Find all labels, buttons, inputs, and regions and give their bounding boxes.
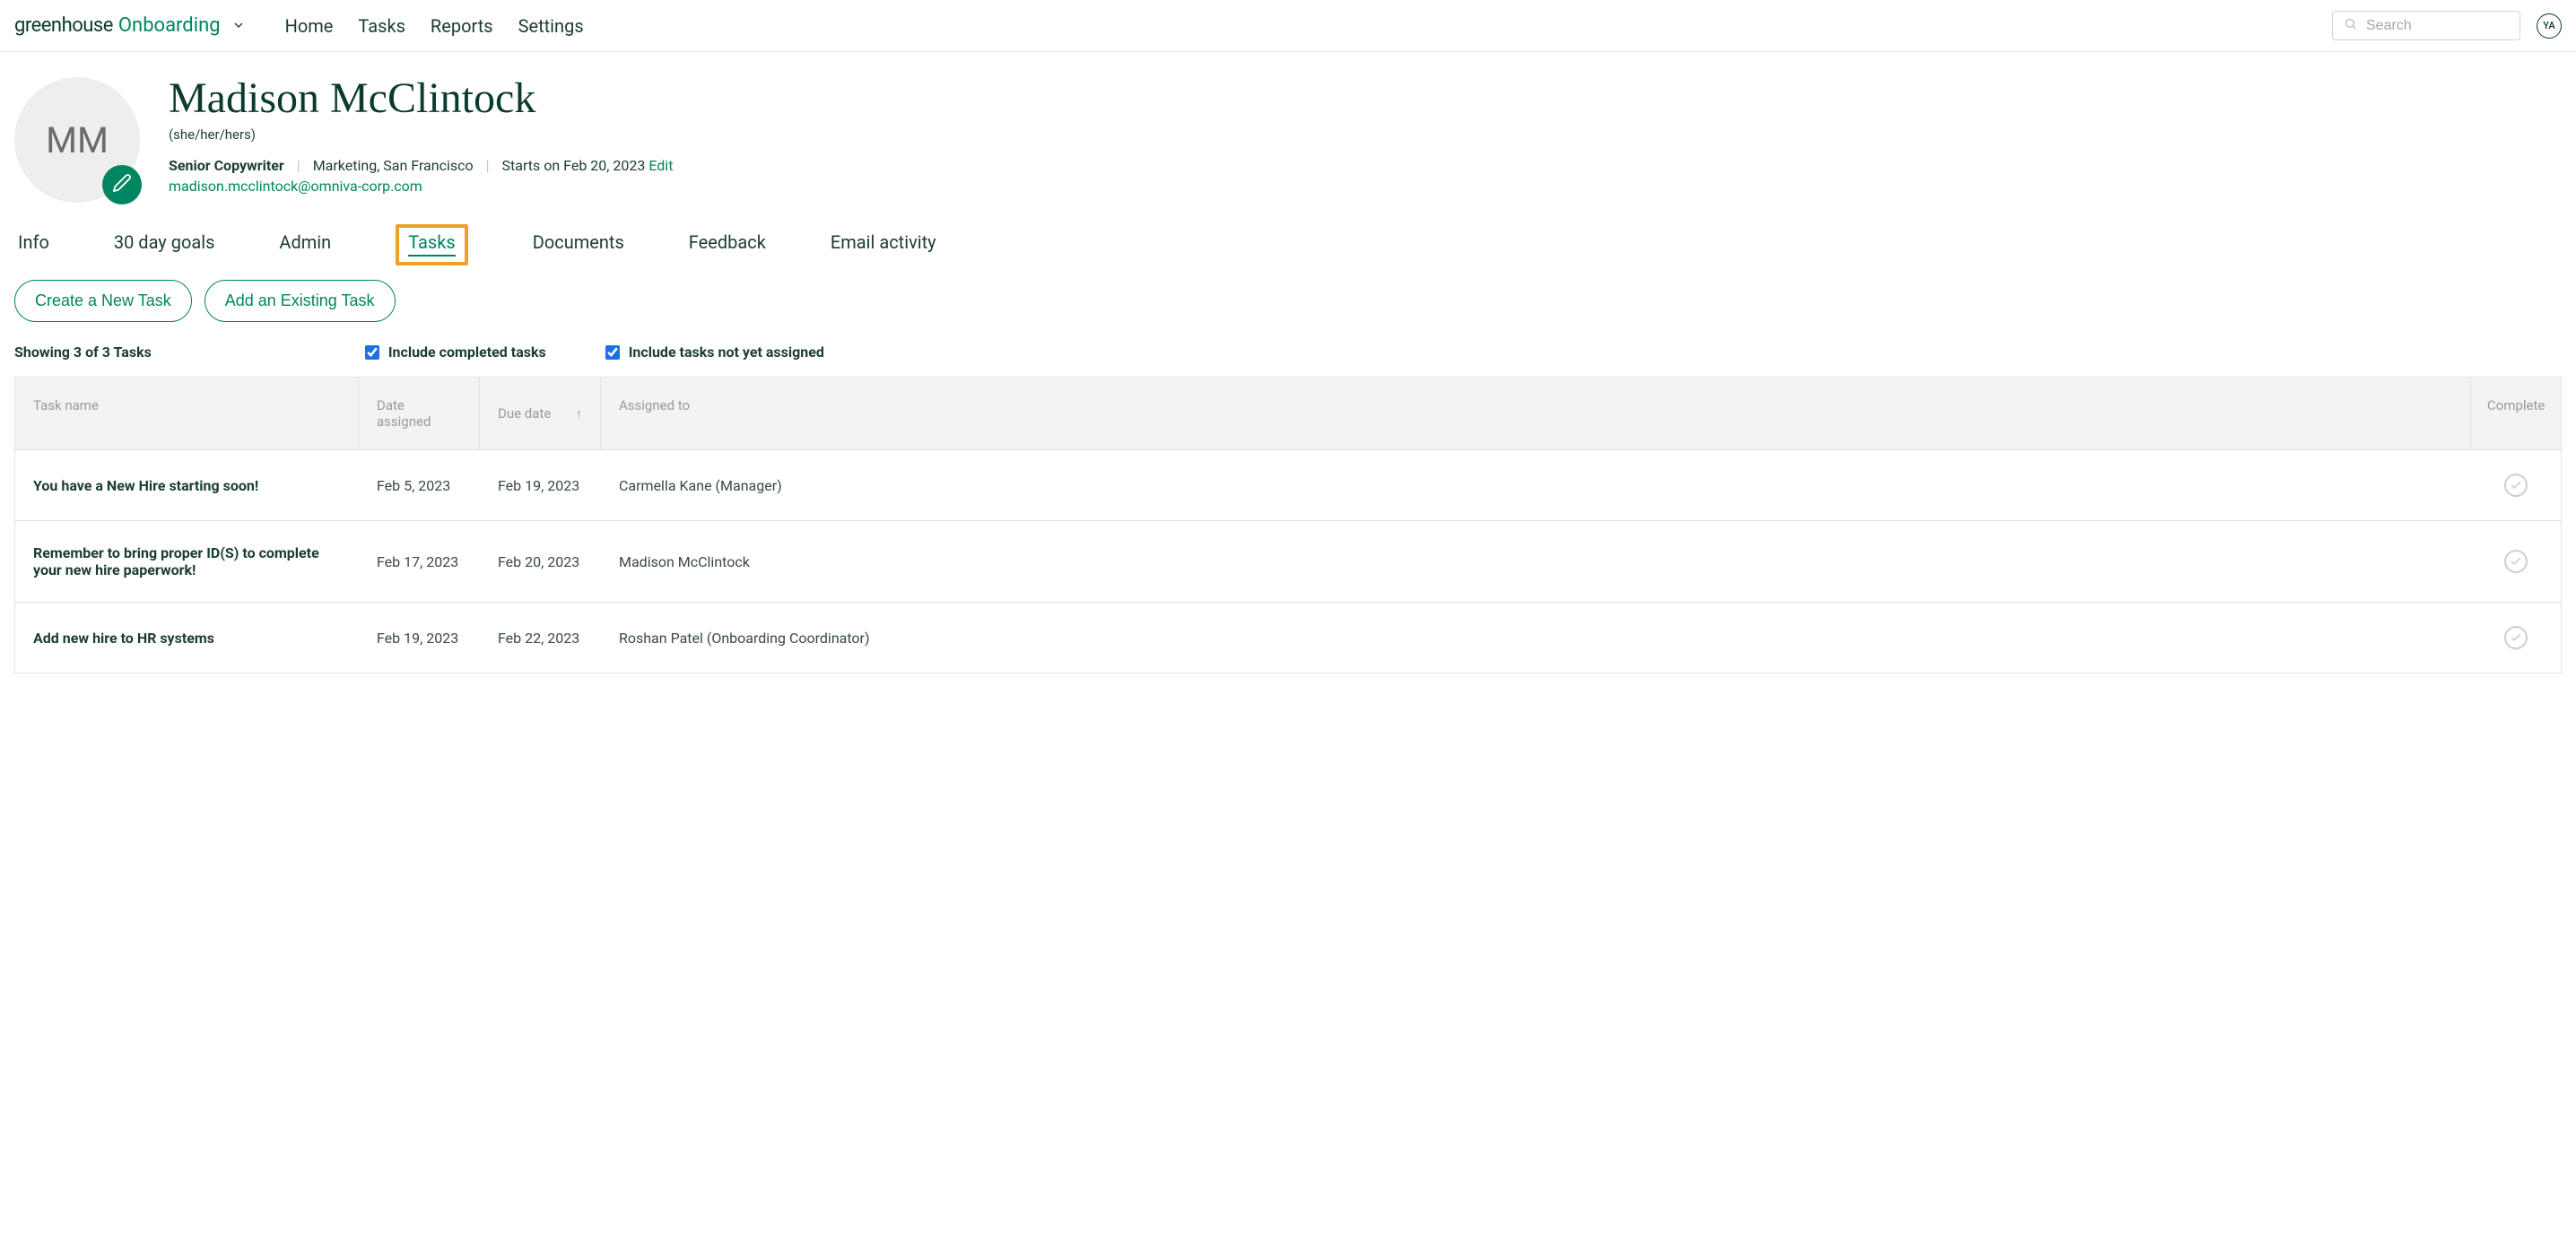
logo-greenhouse-text: greenhouse <box>14 14 113 37</box>
chevron-down-icon <box>231 18 246 36</box>
top-nav: greenhouse Onboarding Home Tasks Reports… <box>0 0 2576 52</box>
primary-nav: Home Tasks Reports Settings <box>285 15 584 37</box>
header-due-date[interactable]: Due date ↑ <box>480 378 601 449</box>
tasks-table: Task name Date assigned Due date ↑ Assig… <box>14 377 2562 674</box>
page-content: MM Madison McClintock (she/her/hers) Sen… <box>0 52 2576 674</box>
task-complete-cell <box>2471 526 2561 596</box>
include-unassigned-filter[interactable]: Include tasks not yet assigned <box>605 343 824 361</box>
task-name: Remember to bring proper ID(S) to comple… <box>15 521 359 602</box>
table-row[interactable]: You have a New Hire starting soon! Feb 5… <box>15 450 2561 521</box>
nav-home[interactable]: Home <box>285 15 334 37</box>
profile-initials: MM <box>46 119 109 161</box>
showing-count: Showing 3 of 3 Tasks <box>14 343 152 361</box>
profile-tabs: Info 30 day goals Admin Tasks Documents … <box>14 228 2562 265</box>
complete-toggle[interactable] <box>2504 474 2528 497</box>
include-completed-label: Include completed tasks <box>388 343 546 361</box>
include-unassigned-checkbox[interactable] <box>605 345 620 360</box>
tab-feedback[interactable]: Feedback <box>689 228 766 265</box>
logo-onboarding-text: Onboarding <box>118 14 221 37</box>
task-date-assigned: Feb 17, 2023 <box>359 530 480 594</box>
profile-meta: Senior Copywriter | Marketing, San Franc… <box>169 157 673 174</box>
tab-tasks-highlighted: Tasks <box>396 224 468 265</box>
pencil-icon <box>112 173 132 196</box>
task-complete-cell <box>2471 603 2561 673</box>
task-name: You have a New Hire starting soon! <box>15 454 359 517</box>
task-assigned-to: Carmella Kane (Manager) <box>601 454 2471 517</box>
sort-ascending-icon: ↑ <box>576 406 582 422</box>
create-task-button[interactable]: Create a New Task <box>14 280 192 322</box>
task-date-assigned: Feb 5, 2023 <box>359 454 480 517</box>
nav-right: YA <box>2332 11 2562 40</box>
profile-info: Madison McClintock (she/her/hers) Senior… <box>169 77 673 195</box>
edit-start-date-link[interactable]: Edit <box>648 157 673 174</box>
department-location: Marketing, San Francisco <box>313 157 474 174</box>
include-completed-checkbox[interactable] <box>365 345 379 360</box>
search-box[interactable] <box>2332 11 2520 40</box>
tab-documents[interactable]: Documents <box>533 228 624 265</box>
task-due-date: Feb 19, 2023 <box>480 454 601 517</box>
profile-header: MM Madison McClintock (she/her/hers) Sen… <box>14 77 2562 203</box>
search-input[interactable] <box>2366 18 2509 34</box>
user-initials: YA <box>2543 20 2554 31</box>
task-due-date: Feb 20, 2023 <box>480 530 601 594</box>
tab-goals[interactable]: 30 day goals <box>114 228 215 265</box>
separator: | <box>297 157 300 174</box>
nav-reports[interactable]: Reports <box>431 15 493 37</box>
task-assigned-to: Roshan Patel (Onboarding Coordinator) <box>601 606 2471 670</box>
nav-settings[interactable]: Settings <box>518 15 584 37</box>
task-assigned-to: Madison McClintock <box>601 530 2471 594</box>
task-due-date: Feb 22, 2023 <box>480 606 601 670</box>
tab-tasks[interactable]: Tasks <box>408 228 456 256</box>
task-complete-cell <box>2471 450 2561 520</box>
edit-avatar-button[interactable] <box>102 165 142 204</box>
profile-avatar-wrap: MM <box>14 77 140 203</box>
complete-toggle[interactable] <box>2504 550 2528 573</box>
table-header: Task name Date assigned Due date ↑ Assig… <box>15 378 2561 450</box>
profile-email-link[interactable]: madison.mcclintock@omniva-corp.com <box>169 178 673 195</box>
tab-admin[interactable]: Admin <box>279 228 331 265</box>
task-name: Add new hire to HR systems <box>15 606 359 670</box>
profile-name: Madison McClintock <box>169 74 673 123</box>
search-icon <box>2344 17 2357 34</box>
nav-tasks[interactable]: Tasks <box>358 15 405 37</box>
tab-info[interactable]: Info <box>18 228 49 265</box>
task-filters: Showing 3 of 3 Tasks Include completed t… <box>14 343 2562 361</box>
job-title: Senior Copywriter <box>169 157 284 174</box>
start-date-text: Starts on Feb 20, 2023 <box>502 157 646 174</box>
header-date-assigned[interactable]: Date assigned <box>359 378 480 449</box>
header-complete: Complete <box>2471 378 2561 449</box>
include-unassigned-label: Include tasks not yet assigned <box>629 343 824 361</box>
start-date-block: Starts on Feb 20, 2023 Edit <box>502 157 674 174</box>
separator: | <box>486 157 490 174</box>
table-row[interactable]: Add new hire to HR systems Feb 19, 2023 … <box>15 603 2561 673</box>
profile-pronouns: (she/her/hers) <box>169 126 673 143</box>
header-due-date-label: Due date <box>498 405 551 422</box>
complete-toggle[interactable] <box>2504 626 2528 649</box>
table-row[interactable]: Remember to bring proper ID(S) to comple… <box>15 521 2561 603</box>
user-avatar[interactable]: YA <box>2537 13 2562 39</box>
add-existing-task-button[interactable]: Add an Existing Task <box>205 280 396 322</box>
tab-email-activity[interactable]: Email activity <box>831 228 936 265</box>
task-date-assigned: Feb 19, 2023 <box>359 606 480 670</box>
task-actions: Create a New Task Add an Existing Task <box>14 280 2562 322</box>
header-task-name[interactable]: Task name <box>15 378 359 449</box>
header-assigned-to[interactable]: Assigned to <box>601 378 2471 449</box>
include-completed-filter[interactable]: Include completed tasks <box>365 343 546 361</box>
product-switcher[interactable]: greenhouse Onboarding <box>14 14 246 37</box>
